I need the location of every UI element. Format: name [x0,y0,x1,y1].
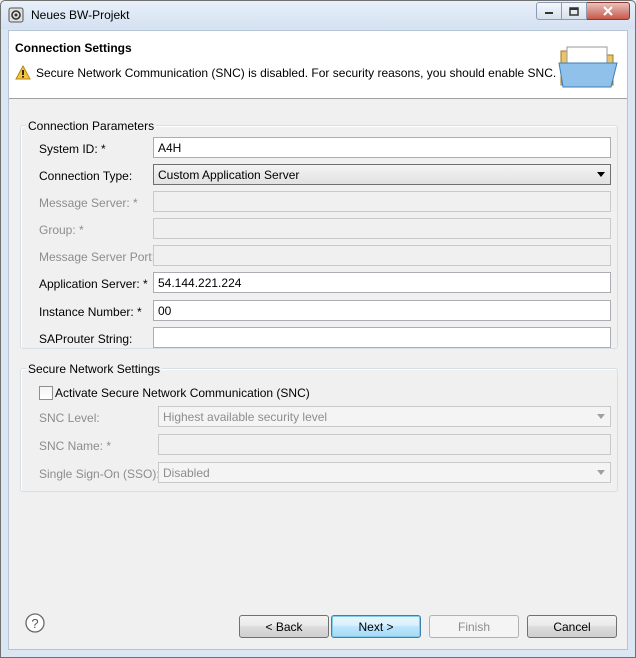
snc-level-value: Highest available security level [163,410,328,424]
back-button[interactable]: < Back [239,615,329,638]
eclipse-gear-icon [8,7,24,23]
next-button[interactable]: Next > [331,615,421,638]
instance-number-input[interactable]: 00 [153,300,611,321]
finish-button: Finish [429,615,519,638]
minimize-button[interactable] [536,2,562,20]
warning-icon [15,65,31,80]
dialog-window: Neues BW-Projekt Connection Settings Sec… [0,0,636,658]
snc-level-select: Highest available security level [158,406,611,427]
close-button[interactable] [587,2,630,20]
svg-text:?: ? [31,616,38,631]
instance-number-label: Instance Number: * [39,305,142,319]
connection-parameters-label: Connection Parameters [26,119,157,133]
saprouter-string-input[interactable] [153,327,611,348]
activate-snc-checkbox[interactable] [39,386,53,400]
connection-type-label: Connection Type: [39,169,133,183]
chevron-down-icon [597,172,605,177]
snc-level-label: SNC Level: [39,411,100,425]
connection-type-select[interactable]: Custom Application Server [153,164,611,185]
sso-value: Disabled [163,466,210,480]
chevron-down-icon [597,470,605,475]
message-server-label: Message Server: * [39,196,138,210]
saprouter-string-label: SAProuter String: [39,332,133,346]
secure-network-settings-label: Secure Network Settings [26,362,163,376]
activate-snc-label[interactable]: Activate Secure Network Communication (S… [55,386,310,400]
connection-type-value: Custom Application Server [158,168,300,182]
application-server-label: Application Server: * [39,277,148,291]
cancel-button[interactable]: Cancel [527,615,617,638]
dialog-body: Connection Settings Secure Network Commu… [8,30,628,650]
application-server-input[interactable]: 54.144.221.224 [153,272,611,293]
snc-name-label: SNC Name: * [39,439,112,453]
help-icon[interactable]: ? [25,613,45,633]
snc-name-input [158,434,611,455]
wizard-header: Connection Settings Secure Network Commu… [9,31,627,99]
close-icon [603,6,613,16]
window-title: Neues BW-Projekt [31,8,130,22]
message-server-input [153,191,611,212]
chevron-down-icon [597,414,605,419]
message-server-port-input [153,245,611,266]
title-bar[interactable]: Neues BW-Projekt [1,1,635,29]
group-input [153,218,611,239]
group-label: Group: * [39,223,84,237]
sso-select: Disabled [158,462,611,483]
maximize-button[interactable] [562,2,587,20]
system-id-input[interactable]: A4H [153,137,611,158]
minimize-icon [545,12,553,14]
folder-icon [558,46,618,88]
page-title: Connection Settings [15,41,132,55]
window-controls [536,2,630,21]
maximize-icon [569,6,579,16]
system-id-label: System ID: * [39,142,106,156]
snc-warning-message: Secure Network Communication (SNC) is di… [36,66,557,80]
sso-label: Single Sign-On (SSO): [39,467,160,481]
message-server-port-label: Message Server Port: [39,250,156,264]
